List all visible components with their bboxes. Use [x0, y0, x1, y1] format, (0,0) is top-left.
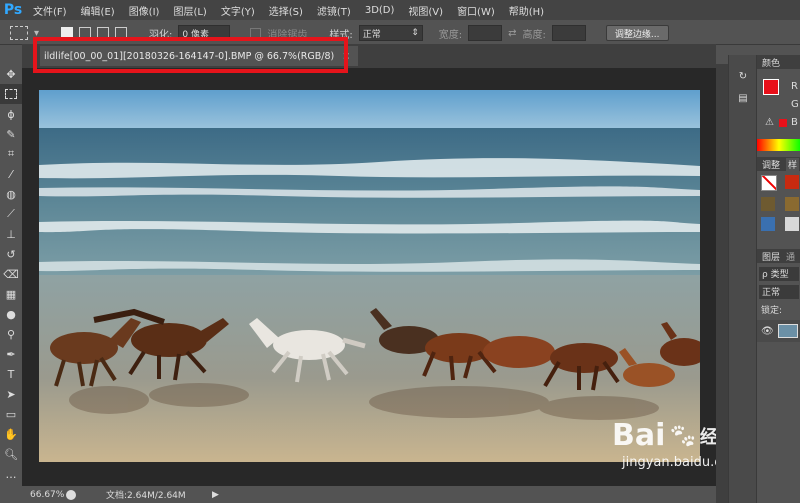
menu-bar: Ps 文件(F) 编辑(E) 图像(I) 图层(L) 文字(Y) 选择(S) 滤…	[0, 0, 800, 20]
menu-image[interactable]: 图像(I)	[122, 3, 167, 18]
marquee-tool-preset-icon[interactable]	[10, 26, 28, 40]
history-brush-tool-icon[interactable]: ↺	[0, 244, 22, 264]
layers-tab-label: 图层	[762, 252, 781, 263]
lock-label: 锁定:	[761, 306, 783, 316]
menu-layer[interactable]: 图层(L)	[166, 3, 213, 18]
color-r-label: R	[791, 81, 798, 92]
style-select[interactable]: 正常 ⇕	[358, 25, 423, 41]
zoom-level[interactable]: 66.67%	[30, 490, 66, 500]
actions-panel-icon[interactable]: ▤	[729, 87, 757, 109]
hand-tool-icon[interactable]: ✋	[0, 424, 22, 444]
highlight-box	[33, 37, 348, 73]
path-selection-tool-icon[interactable]: ➤	[0, 384, 22, 404]
menu-view[interactable]: 视图(V)	[401, 3, 450, 18]
document-size-info: 文档:2.64M/2.64M	[106, 491, 186, 501]
color-b-label: B	[791, 117, 798, 128]
style-select-value: 正常	[362, 29, 381, 40]
style-select-arrow-icon: ⇕	[411, 28, 419, 38]
healing-brush-tool-icon[interactable]: ◍	[0, 184, 22, 204]
width-input[interactable]	[468, 25, 503, 41]
menu-help[interactable]: 帮助(H)	[502, 3, 551, 18]
panel-icon-strip: ↻ ▤	[728, 55, 757, 503]
menu-window[interactable]: 窗口(W)	[450, 3, 502, 18]
right-panels: 颜色 R G ⚠ B 调整样 图层通 ρ 类型 正常 锁定: 👁︎	[756, 55, 800, 503]
color-g-label: G	[791, 99, 799, 110]
menu-file[interactable]: 文件(F)	[26, 3, 74, 18]
style-none-swatch[interactable]	[761, 175, 777, 191]
clone-stamp-tool-icon[interactable]: ⊥	[0, 224, 22, 244]
style-wood-swatch[interactable]	[761, 197, 775, 211]
style-fire-swatch[interactable]	[785, 175, 799, 189]
foreground-swatch[interactable]	[763, 79, 779, 95]
menu-filter[interactable]: 滤镜(T)	[310, 3, 358, 18]
dodge-tool-icon[interactable]: ⚲	[0, 324, 22, 344]
vertical-scrollbar[interactable]	[716, 64, 728, 503]
status-bar: 66.67% 文档:2.64M/2.64M ▶	[22, 486, 716, 503]
tab-adjustments[interactable]: 调整样	[757, 157, 800, 171]
style-gold-swatch[interactable]	[785, 197, 799, 211]
gradient-tool-icon[interactable]: ▦	[0, 284, 22, 304]
color-panel: R G ⚠ B	[757, 69, 800, 139]
style-sky-swatch[interactable]	[761, 217, 775, 231]
color-spectrum[interactable]	[757, 139, 800, 151]
layer-row[interactable]: 👁︎	[757, 320, 800, 342]
channels-tab-label[interactable]: 通	[786, 250, 795, 263]
quick-selection-tool-icon[interactable]: ✎	[0, 124, 22, 144]
websafe-swatch[interactable]	[779, 119, 787, 127]
document-image[interactable]	[39, 90, 700, 462]
eraser-tool-icon[interactable]: ⌫	[0, 264, 22, 284]
style-pattern-swatch[interactable]	[785, 217, 799, 231]
menu-type[interactable]: 文字(Y)	[214, 3, 262, 18]
tab-layers[interactable]: 图层通	[757, 249, 800, 263]
visibility-eye-icon[interactable]: 👁︎	[761, 326, 774, 337]
eyedropper-tool-icon[interactable]: ⁄	[0, 164, 22, 184]
width-label: 宽度:	[438, 29, 463, 41]
swap-dimensions-icon[interactable]: ⇄	[508, 28, 516, 39]
layer-thumbnail[interactable]	[777, 324, 798, 338]
status-info-icon[interactable]	[66, 489, 76, 500]
photoshop-logo: Ps	[3, 2, 23, 18]
refine-edge-button[interactable]: 调整边缘...	[605, 25, 669, 41]
adjust-tab-label: 调整	[762, 160, 781, 171]
brush-tool-icon[interactable]: ⟋	[0, 204, 22, 224]
layer-kind-filter[interactable]: ρ 类型	[759, 267, 799, 281]
more-tools-icon[interactable]: …	[0, 464, 22, 484]
history-panel-icon[interactable]: ↻	[729, 65, 757, 87]
watermark-brand: Bai	[612, 418, 666, 453]
menu-select[interactable]: 选择(S)	[262, 3, 310, 18]
zoom-tool-icon[interactable]: 🔍︎	[0, 444, 22, 464]
menu-3d[interactable]: 3D(D)	[358, 5, 402, 16]
style-tab-label[interactable]: 样	[786, 157, 800, 171]
height-input[interactable]	[551, 25, 586, 41]
styles-grid	[757, 171, 800, 235]
lasso-tool-icon[interactable]: ϕ	[0, 104, 22, 124]
move-tool-icon[interactable]: ✥	[0, 64, 22, 84]
shape-tool-icon[interactable]: ▭	[0, 404, 22, 424]
horses-beach-photo	[39, 90, 700, 462]
blend-mode-select[interactable]: 正常	[759, 285, 799, 299]
menu-edit[interactable]: 编辑(E)	[74, 3, 122, 18]
rectangular-marquee-tool-icon[interactable]	[0, 84, 22, 104]
paw-icon: 🐾︎	[667, 421, 698, 450]
height-label: 高度:	[522, 29, 546, 41]
pen-tool-icon[interactable]: ✒	[0, 344, 22, 364]
crop-tool-icon[interactable]: ⌗	[0, 144, 22, 164]
blur-tool-icon[interactable]: ●	[0, 304, 22, 324]
tools-panel: ✥ ϕ ✎ ⌗ ⁄ ◍ ⟋ ⊥ ↺ ⌫ ▦ ● ⚲ ✒ T ➤ ▭ ✋ 🔍︎ …	[0, 64, 23, 484]
tab-color[interactable]: 颜色	[757, 55, 800, 69]
type-tool-icon[interactable]: T	[0, 364, 22, 384]
status-menu-arrow-icon[interactable]: ▶	[212, 490, 219, 500]
warning-icon[interactable]: ⚠	[765, 117, 774, 128]
